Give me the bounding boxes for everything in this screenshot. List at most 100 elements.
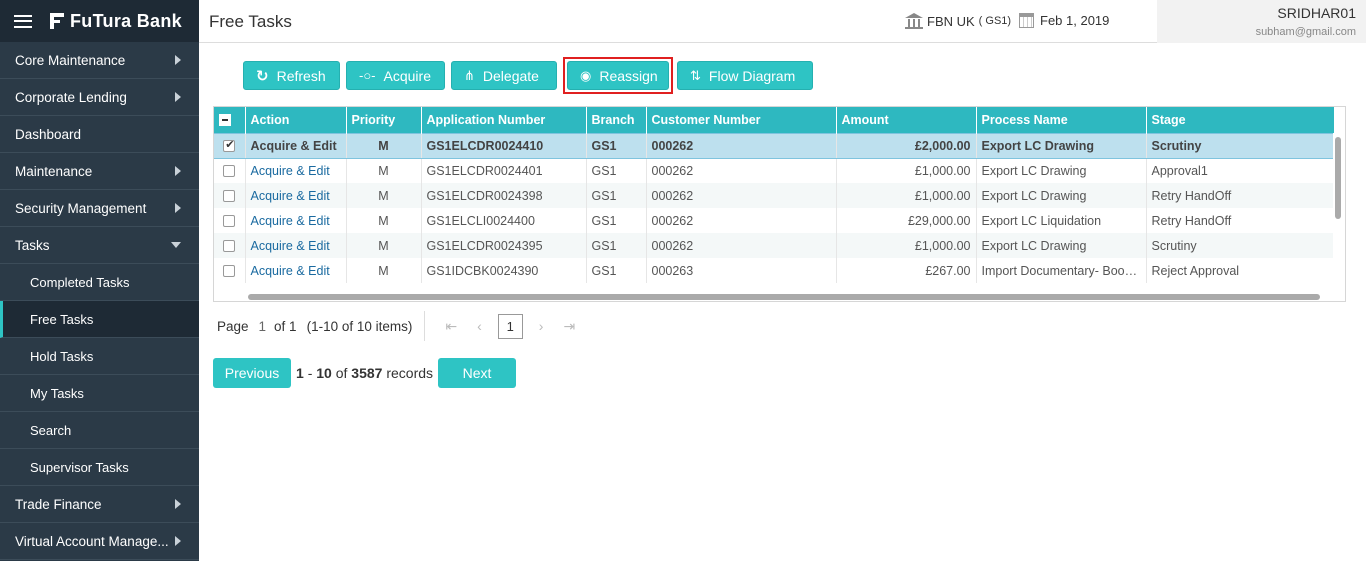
branch-cell: GS1 bbox=[586, 233, 647, 258]
chevron-right-icon bbox=[175, 55, 181, 65]
row-checkbox[interactable] bbox=[223, 240, 236, 253]
flow-diagram-icon: ⇅ bbox=[690, 67, 701, 83]
bank-logo-icon bbox=[50, 13, 64, 29]
reassign-icon: ◉ bbox=[580, 67, 592, 83]
user-menu[interactable]: SRIDHAR01 subham@gmail.com bbox=[1157, 0, 1366, 43]
acquire-button[interactable]: -○- Acquire bbox=[346, 61, 445, 90]
branch-cell: GS1 bbox=[586, 132, 647, 159]
sidebar-subitem-hold-tasks[interactable]: Hold Tasks bbox=[0, 338, 199, 375]
row-checkbox[interactable] bbox=[223, 138, 236, 153]
sidebar-item-label: Core Maintenance bbox=[15, 52, 126, 68]
column-header-amount[interactable]: Amount bbox=[836, 107, 977, 133]
row-select-cell[interactable] bbox=[214, 183, 246, 208]
tasks-table: Action Priority Application Number Branc… bbox=[214, 107, 1335, 283]
sidebar-item-label: Corporate Lending bbox=[15, 89, 127, 105]
row-select-cell[interactable] bbox=[214, 158, 246, 183]
acquire-edit-link[interactable]: Acquire & Edit bbox=[245, 183, 347, 208]
sidebar-item-security-management[interactable]: Security Management bbox=[0, 190, 199, 227]
customer-number-cell: 000263 bbox=[646, 258, 837, 283]
reassign-button[interactable]: ◉ Reassign bbox=[567, 61, 669, 90]
acquire-edit-link[interactable]: Acquire & Edit bbox=[245, 233, 347, 258]
sidebar-subitem-supervisor-tasks[interactable]: Supervisor Tasks bbox=[0, 449, 199, 486]
pager-divider bbox=[424, 311, 426, 341]
branch-cell: GS1 bbox=[586, 158, 647, 183]
row-checkbox[interactable] bbox=[223, 190, 236, 203]
sidebar-item-maintenance[interactable]: Maintenance bbox=[0, 153, 199, 190]
acquire-edit-link[interactable]: Acquire & Edit bbox=[245, 158, 347, 183]
chevron-right-icon bbox=[175, 92, 181, 102]
grid-pager: Page 1 of 1 (1-10 of 10 items) ⇤ ‹ 1 › ⇥ bbox=[217, 311, 585, 341]
last-page-icon[interactable]: ⇥ bbox=[563, 318, 575, 335]
select-all-cell[interactable] bbox=[214, 107, 246, 133]
branch-cell: GS1 bbox=[586, 208, 647, 233]
sidebar-subitem-free-tasks[interactable]: Free Tasks bbox=[0, 301, 199, 338]
sidebar-item-trade-finance[interactable]: Trade Finance bbox=[0, 486, 199, 523]
acquire-edit-link[interactable]: Acquire & Edit bbox=[245, 258, 347, 283]
row-select-cell[interactable] bbox=[214, 258, 246, 283]
next-button[interactable]: Next bbox=[438, 358, 517, 388]
current-page-button[interactable]: 1 bbox=[497, 313, 523, 339]
entity-selector[interactable]: FBN UK ( GS1) bbox=[905, 13, 1011, 29]
previous-page-icon[interactable]: ‹ bbox=[477, 318, 482, 334]
sidebar-subitem-my-tasks[interactable]: My Tasks bbox=[0, 375, 199, 412]
table-row[interactable]: Acquire & Edit M GS1ELCDR0024398 GS1 000… bbox=[214, 183, 1335, 208]
sidebar-item-corporate-lending[interactable]: Corporate Lending bbox=[0, 79, 199, 116]
records-label: records bbox=[386, 365, 434, 381]
acquire-edit-link[interactable]: Acquire & Edit bbox=[245, 208, 347, 233]
next-page-icon[interactable]: › bbox=[539, 318, 544, 334]
horizontal-scrollbar[interactable] bbox=[248, 294, 1320, 300]
row-checkbox[interactable] bbox=[223, 165, 236, 178]
sidebar-subitem-completed-tasks[interactable]: Completed Tasks bbox=[0, 264, 199, 301]
sidebar-item-core-maintenance[interactable]: Core Maintenance bbox=[0, 42, 199, 79]
sidebar-item-label: Maintenance bbox=[15, 163, 93, 179]
sidebar-item-virtual-account-management[interactable]: Virtual Account Manage... bbox=[0, 523, 199, 560]
row-select-cell[interactable] bbox=[214, 132, 246, 159]
bank-building-icon bbox=[905, 13, 923, 29]
column-header-stage[interactable]: Stage bbox=[1146, 107, 1335, 133]
sidebar-item-dashboard[interactable]: Dashboard bbox=[0, 116, 199, 153]
column-header-priority[interactable]: Priority bbox=[346, 107, 422, 133]
business-date: Feb 1, 2019 bbox=[1019, 13, 1109, 28]
column-header-branch[interactable]: Branch bbox=[586, 107, 647, 133]
priority-cell: M bbox=[346, 208, 422, 233]
table-row[interactable]: Acquire & Edit M GS1ELCDR0024401 GS1 000… bbox=[214, 158, 1335, 183]
flow-diagram-button[interactable]: ⇅ Flow Diagram bbox=[677, 61, 813, 90]
table-row[interactable]: Acquire & Edit M GS1ELCDR0024410 GS1 000… bbox=[214, 132, 1335, 159]
chevron-right-icon bbox=[175, 499, 181, 509]
acquire-edit-link[interactable]: Acquire & Edit bbox=[245, 132, 347, 159]
row-select-cell[interactable] bbox=[214, 233, 246, 258]
row-checkbox[interactable] bbox=[223, 265, 236, 278]
process-name-cell: Export LC Drawing bbox=[976, 183, 1147, 208]
previous-button[interactable]: Previous bbox=[213, 358, 291, 388]
process-name-cell: Export LC Drawing bbox=[976, 132, 1147, 159]
hamburger-menu-icon[interactable] bbox=[14, 14, 32, 28]
page-input[interactable]: 1 bbox=[259, 319, 267, 334]
chevron-right-icon bbox=[175, 203, 181, 213]
application-number-cell: GS1ELCDR0024410 bbox=[421, 132, 587, 159]
page-title: Free Tasks bbox=[209, 12, 292, 31]
delegate-button[interactable]: ⋔ Delegate bbox=[451, 61, 557, 90]
table-row[interactable]: Acquire & Edit M GS1IDCBK0024390 GS1 000… bbox=[214, 258, 1335, 283]
row-select-cell[interactable] bbox=[214, 208, 246, 233]
table-row[interactable]: Acquire & Edit M GS1ELCDR0024395 GS1 000… bbox=[214, 233, 1335, 258]
top-header: Free Tasks FBN UK ( GS1) Feb 1, 2019 SRI… bbox=[199, 0, 1366, 43]
refresh-icon: ↻ bbox=[256, 67, 269, 85]
select-all-checkbox[interactable] bbox=[219, 114, 231, 127]
column-header-action[interactable]: Action bbox=[245, 107, 347, 133]
brand-name: FuTura Bank bbox=[70, 10, 182, 31]
column-header-customer-number[interactable]: Customer Number bbox=[646, 107, 837, 133]
sidebar-item-tasks[interactable]: Tasks bbox=[0, 227, 199, 264]
records-total: 3587 bbox=[351, 365, 383, 381]
sidebar-subitem-search[interactable]: Search bbox=[0, 412, 199, 449]
first-page-icon[interactable]: ⇤ bbox=[445, 318, 457, 335]
vertical-scrollbar[interactable] bbox=[1335, 137, 1341, 219]
table-row[interactable]: Acquire & Edit M GS1ELCLI0024400 GS1 000… bbox=[214, 208, 1335, 233]
refresh-button[interactable]: ↻ Refresh bbox=[243, 61, 340, 90]
row-checkbox[interactable] bbox=[223, 215, 236, 228]
column-header-process-name[interactable]: Process Name bbox=[976, 107, 1147, 133]
stage-cell: Scrutiny bbox=[1146, 132, 1335, 159]
priority-cell: M bbox=[346, 233, 422, 258]
stage-cell: Reject Approval bbox=[1146, 258, 1335, 283]
customer-number-cell: 000262 bbox=[646, 132, 837, 159]
column-header-application-number[interactable]: Application Number bbox=[421, 107, 587, 133]
